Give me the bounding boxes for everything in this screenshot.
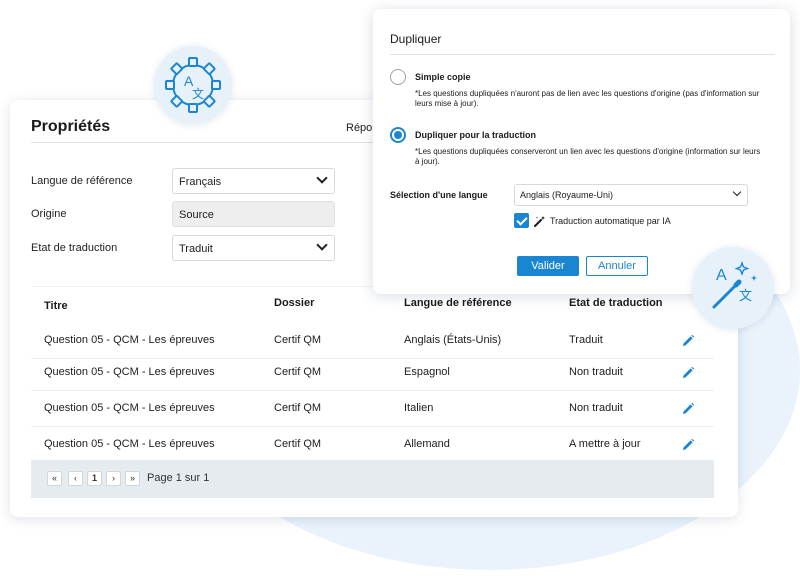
questions-table: Titre Dossier Langue de référence Etat d… xyxy=(31,286,714,498)
column-header-reference-language: Langue de référence xyxy=(404,297,512,309)
language-select-value: Anglais (Royaume-Uni) xyxy=(520,190,614,200)
duplicate-translation-description: *Les questions dupliquées conserveront u… xyxy=(415,147,761,166)
cell-state: Non traduit xyxy=(569,402,623,414)
cell-title: Question 05 - QCM - Les épreuves xyxy=(44,334,215,346)
table-row[interactable]: Question 05 - QCM - Les épreuves Certif … xyxy=(31,391,714,427)
origin-value: Source xyxy=(179,209,214,221)
simple-copy-label: Simple copie xyxy=(415,72,471,82)
column-header-title: Titre xyxy=(44,300,68,312)
cell-state: Traduit xyxy=(569,334,603,346)
current-page-button[interactable]: 1 xyxy=(87,471,102,486)
chevron-down-icon xyxy=(732,187,742,197)
dialog-divider xyxy=(390,54,775,55)
translation-state-label: Etat de traduction xyxy=(31,242,118,254)
language-selection-label: Sélection d'une langue xyxy=(390,190,488,200)
next-page-button[interactable]: › xyxy=(106,471,121,486)
translate-gear-icon: A 文 xyxy=(154,46,232,124)
chevron-down-icon xyxy=(316,239,328,251)
magic-wand-translate-icon: A 文 xyxy=(692,247,774,329)
cell-folder: Certif QM xyxy=(274,334,322,346)
pagination-bar: « ‹ 1 › » Page 1 sur 1 xyxy=(31,460,714,498)
table-row[interactable]: Question 05 - QCM - Les épreuves Certif … xyxy=(31,355,714,391)
duplicate-translation-label: Dupliquer pour la traduction xyxy=(415,130,536,140)
cell-title: Question 05 - QCM - Les épreuves xyxy=(44,366,215,378)
translation-state-value: Traduit xyxy=(179,243,213,255)
first-page-button[interactable]: « xyxy=(47,471,62,486)
title-divider xyxy=(31,142,391,143)
cell-folder: Certif QM xyxy=(274,402,322,414)
cell-language: Allemand xyxy=(404,438,450,450)
magic-wand-icon xyxy=(534,216,545,227)
cell-folder: Certif QM xyxy=(274,438,322,450)
duplicate-translation-radio[interactable] xyxy=(390,127,406,143)
chevron-down-icon xyxy=(316,172,328,184)
cell-language: Anglais (États-Unis) xyxy=(404,334,502,346)
cell-language: Italien xyxy=(404,402,434,414)
language-select[interactable]: Anglais (Royaume-Uni) xyxy=(514,184,748,206)
table-row[interactable]: Question 05 - QCM - Les épreuves Certif … xyxy=(31,323,714,359)
origin-label: Origine xyxy=(31,208,67,220)
auto-translate-label: Traduction automatique par IA xyxy=(550,216,671,226)
cell-title: Question 05 - QCM - Les épreuves xyxy=(44,438,215,450)
last-page-button[interactable]: » xyxy=(125,471,140,486)
auto-translate-checkbox[interactable] xyxy=(514,213,529,228)
simple-copy-description: *Les questions dupliquées n'auront pas d… xyxy=(415,89,760,108)
svg-text:A: A xyxy=(716,267,727,284)
cell-state: Non traduit xyxy=(569,366,623,378)
pencil-icon[interactable] xyxy=(681,438,695,452)
pencil-icon[interactable] xyxy=(681,402,695,416)
table-row[interactable]: Question 05 - QCM - Les épreuves Certif … xyxy=(31,427,714,463)
reference-language-select[interactable]: Français xyxy=(172,168,335,194)
properties-title: Propriétés xyxy=(31,118,111,135)
previous-page-button[interactable]: ‹ xyxy=(68,471,83,486)
cell-title: Question 05 - QCM - Les épreuves xyxy=(44,402,215,414)
origin-field: Source xyxy=(172,201,335,227)
simple-copy-radio[interactable] xyxy=(390,69,406,85)
svg-text:文: 文 xyxy=(192,86,204,101)
column-header-translation-state: Etat de traduction xyxy=(569,297,663,309)
column-header-folder: Dossier xyxy=(274,297,315,309)
cell-folder: Certif QM xyxy=(274,366,322,378)
translation-state-select[interactable]: Traduit xyxy=(172,235,335,261)
reference-language-label: Langue de référence xyxy=(31,175,133,187)
validate-button[interactable]: Valider xyxy=(517,256,579,276)
dialog-title: Dupliquer xyxy=(390,32,442,46)
cell-state: A mettre à jour xyxy=(569,438,641,450)
reference-language-value: Français xyxy=(179,176,222,188)
page-info: Page 1 sur 1 xyxy=(147,472,210,484)
pencil-icon[interactable] xyxy=(681,334,695,348)
pencil-icon[interactable] xyxy=(681,366,695,380)
cell-language: Espagnol xyxy=(404,366,450,378)
svg-text:文: 文 xyxy=(739,289,752,304)
cancel-button[interactable]: Annuler xyxy=(586,256,648,276)
